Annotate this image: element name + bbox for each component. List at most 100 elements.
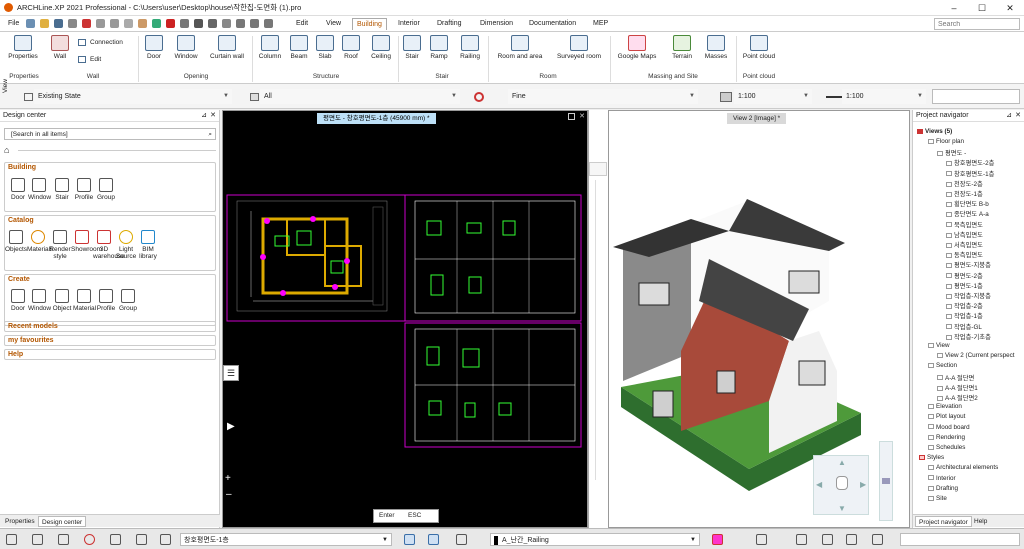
tree-item[interactable]: 작업층-GL (946, 322, 982, 331)
tree-item[interactable]: Drafting (928, 485, 958, 492)
connection-button[interactable]: Connection (78, 39, 130, 46)
tree-item[interactable]: A-A 절단면1 (937, 383, 978, 392)
dimension-icon[interactable] (250, 19, 259, 28)
catalog-3d-warehouse[interactable]: 3D warehouse (93, 230, 125, 260)
tree-item[interactable]: 작업층-지붕층 (946, 291, 991, 300)
close-icon[interactable]: ✕ (1015, 110, 1021, 122)
create-door[interactable]: Door (7, 289, 29, 312)
redo-icon[interactable] (110, 19, 119, 28)
wall-button[interactable]: Wall (48, 35, 72, 60)
google-maps-button[interactable]: Google Maps (614, 35, 660, 60)
room-and-area-button[interactable]: Room and area (494, 35, 546, 60)
arrow-left-icon[interactable]: ◀ (816, 480, 822, 489)
tree-root-views[interactable]: Views (5) (917, 128, 952, 135)
catalog-objects[interactable]: Objects (5, 230, 27, 253)
catalog-light-source[interactable]: Light Source (115, 230, 137, 260)
menu-tab-mep[interactable]: MEP (589, 18, 612, 30)
menu-file[interactable]: File (4, 18, 23, 30)
view-list-icon[interactable]: ☰ (223, 365, 239, 381)
tree-item[interactable]: 남측입면도 (946, 230, 983, 239)
lineweight-dropdown[interactable]: 1:100 ▼ (842, 89, 926, 104)
pick-icon[interactable] (152, 19, 161, 28)
grid-icon[interactable] (194, 19, 203, 28)
edit-wall-button[interactable]: Edit (78, 56, 130, 63)
plan-viewport[interactable]: 평면도 - 창호평면도-1층 (45900 mm) * ✕ ☰ ▶ + – En… (222, 110, 588, 528)
active-layer-dropdown[interactable]: A_난간_Railing ▼ (490, 533, 700, 546)
tree-item[interactable]: 횡단면도 B-b (946, 199, 989, 208)
undo-icon[interactable] (96, 19, 105, 28)
global-search-input[interactable] (934, 18, 1020, 30)
zoom-in-button[interactable]: + (225, 473, 231, 484)
linestyle-dropdown[interactable]: Fine ▼ (508, 89, 698, 104)
tab-properties[interactable]: Properties (2, 516, 38, 527)
tree-item[interactable]: A-A 절단면 (937, 373, 974, 382)
catalog-render-style[interactable]: Render style (49, 230, 71, 260)
tree-item[interactable]: 작업층-기초층 (946, 332, 991, 341)
menu-tab-view[interactable]: View (322, 18, 345, 30)
arrow-up-icon[interactable]: ▲ (838, 458, 846, 467)
tree-item[interactable]: Architectural elements (928, 464, 998, 471)
catalog-materials[interactable]: Materials (27, 230, 53, 253)
tree-item[interactable]: 평면도-1층 (946, 281, 983, 290)
building-stair[interactable]: Stair (51, 178, 73, 201)
line-icon[interactable] (222, 19, 231, 28)
tree-item[interactable]: Styles (919, 454, 944, 461)
section-recent-models[interactable]: Recent models (4, 321, 216, 332)
arrow-down-icon[interactable]: ▼ (838, 504, 846, 513)
door-button[interactable]: Door (142, 35, 166, 60)
tree-item[interactable]: 창호평면도-2층 (946, 158, 994, 167)
expand-arrow-icon[interactable]: ▶ (227, 421, 235, 432)
surveyed-room-button[interactable]: Surveyed room (553, 35, 605, 60)
text-style-icon[interactable] (756, 534, 767, 545)
menu-tab-building[interactable]: Building (352, 18, 387, 30)
menu-tab-drafting[interactable]: Drafting (433, 18, 466, 30)
design-search-input[interactable]: [Search in all items] ⌕ (4, 128, 216, 140)
layer-dropdown[interactable]: All ▼ (260, 89, 460, 104)
stair-button[interactable]: Stair (401, 35, 423, 60)
perspective-view-tab[interactable]: View 2 [Image] * (727, 113, 787, 124)
menu-tab-interior[interactable]: Interior (394, 18, 424, 30)
perspective-viewport[interactable]: View 2 [Image] * ▲ ▼ ◀ ▶ (608, 110, 910, 528)
zoom-out-button[interactable]: – (226, 489, 232, 500)
create-group[interactable]: Group (117, 289, 139, 312)
floor-down-icon[interactable] (428, 534, 439, 545)
ortho-icon[interactable] (32, 534, 43, 545)
polyline-icon[interactable] (236, 19, 245, 28)
delete-icon[interactable] (166, 19, 175, 28)
tree-item[interactable]: 종단면도 A-a (946, 209, 989, 218)
enter-button[interactable]: Enter (379, 512, 395, 519)
tree-item[interactable]: 천장도-1층 (946, 189, 983, 198)
tree-item[interactable]: Rendering (928, 434, 965, 441)
floor-icon[interactable] (160, 534, 171, 545)
tab-project-navigator[interactable]: Project navigator (915, 516, 972, 527)
building-profile[interactable]: Profile (73, 178, 95, 201)
menu-tab-dimension[interactable]: Dimension (476, 18, 517, 30)
menu-tab-edit[interactable]: Edit (292, 18, 312, 30)
tree-item[interactable]: 창호평면도-1층 (946, 169, 994, 178)
paint-icon[interactable] (138, 19, 147, 28)
column-button[interactable]: Column (256, 35, 284, 60)
terrain-button[interactable]: Terrain (667, 35, 697, 60)
home-icon[interactable]: ⌂ (4, 145, 14, 155)
tree-item[interactable]: 평면도-2층 (946, 271, 983, 280)
3d-view-icon[interactable] (456, 534, 467, 545)
tree-item[interactable]: 동측입면도 (946, 250, 983, 259)
arrow-right-icon[interactable]: ▶ (860, 480, 866, 489)
beam-button[interactable]: Beam (288, 35, 310, 60)
building-door[interactable]: Door (7, 178, 29, 201)
section-favourites[interactable]: my favourites (4, 335, 216, 346)
tree-item[interactable]: A-A 절단면2 (937, 393, 978, 402)
state-dropdown[interactable]: Existing State ▼ (34, 89, 232, 104)
pin-icon[interactable]: ⊿ (201, 110, 207, 122)
tree-item[interactable]: Interior (928, 475, 956, 482)
tree-item[interactable]: 서측입면도 (946, 240, 983, 249)
ceiling-button[interactable]: Ceiling (367, 35, 395, 60)
create-profile[interactable]: Profile (95, 289, 117, 312)
measure-icon[interactable] (180, 19, 189, 28)
railing-button[interactable]: Railing (456, 35, 484, 60)
tree-item[interactable]: Elevation (928, 403, 962, 410)
window-button[interactable]: Window (172, 35, 200, 60)
cut-icon[interactable] (124, 19, 133, 28)
tree-item[interactable]: Floor plan (928, 138, 964, 145)
point-cloud-button[interactable]: Point cloud (740, 35, 778, 60)
